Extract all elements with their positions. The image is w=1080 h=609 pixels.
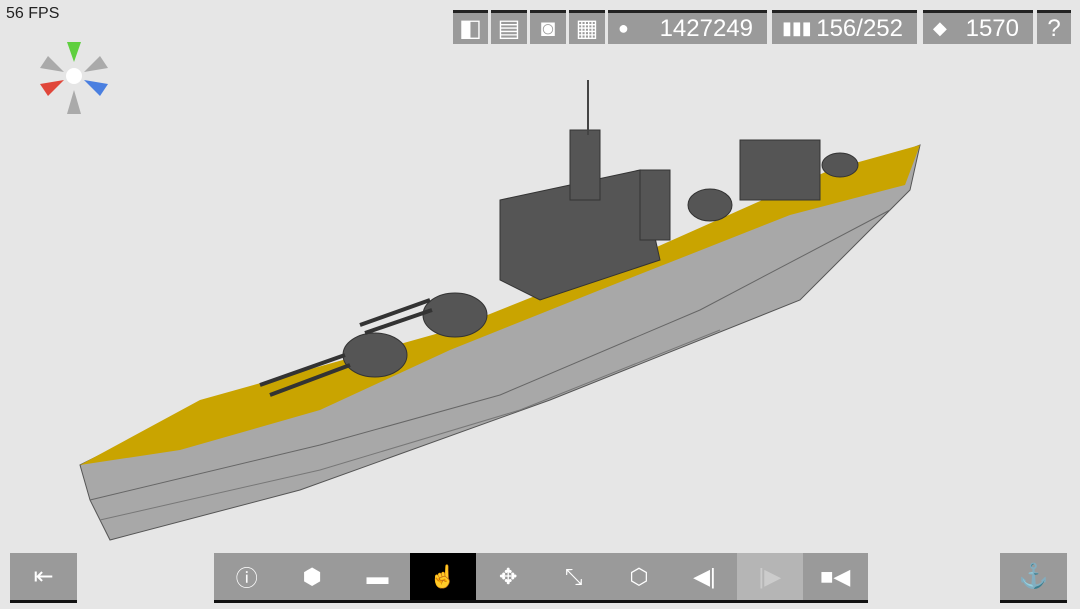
parts-icon: ◆ — [933, 18, 947, 38]
save-button[interactable]: ▤ — [491, 10, 527, 44]
help-icon: ? — [1047, 14, 1061, 42]
exit-icon: ⇤ — [33, 563, 54, 590]
redo-icon: |▶ — [758, 563, 782, 589]
money-display: ● 1427249 — [608, 10, 767, 44]
paint-button[interactable]: ▬ — [344, 553, 411, 600]
help-button[interactable]: ? — [1037, 10, 1071, 44]
parts-display: ◆ 1570 — [923, 10, 1033, 44]
video-camera-icon: ■◀ — [820, 563, 851, 589]
map-icon: ◧ — [459, 15, 482, 42]
screenshot-button[interactable]: ◙ — [530, 10, 566, 44]
remove-part-icon: ⬡ — [629, 563, 649, 589]
money-icon: ● — [618, 18, 629, 38]
exit-button[interactable]: ⇤ — [10, 553, 77, 603]
info-button[interactable]: ⓘ — [214, 553, 280, 600]
save-icon: ▤ — [497, 15, 521, 42]
undo-icon: ◀| — [693, 563, 716, 589]
ammo-icon: ▮▮▮ — [782, 18, 812, 38]
anchor-button[interactable]: ⚓ — [1000, 553, 1067, 603]
camera-view-button[interactable]: ■◀ — [802, 553, 868, 600]
anchor-icon: ⚓ — [1018, 563, 1049, 590]
info-icon: ⓘ — [235, 565, 258, 591]
redo-button[interactable]: |▶ — [737, 553, 803, 600]
grid-button[interactable]: ▦ — [569, 10, 605, 44]
move-button[interactable]: ✥ — [475, 553, 541, 600]
select-button[interactable]: ☝ — [410, 553, 476, 600]
add-part-button[interactable]: ⬢ — [279, 553, 345, 600]
hand-pointer-icon: ☝ — [429, 563, 457, 589]
map-button[interactable]: ◧ — [453, 10, 488, 44]
ammo-display: ▮▮▮ 156/252 — [772, 10, 917, 44]
camera-icon: ◙ — [540, 14, 556, 42]
add-part-icon: ⬢ — [302, 563, 322, 589]
paint-roller-icon: ▬ — [366, 563, 389, 589]
undo-button[interactable]: ◀| — [671, 553, 738, 600]
grid-icon: ▦ — [575, 15, 599, 42]
ship-model-viewport[interactable] — [0, 0, 1080, 609]
move-icon: ✥ — [499, 563, 518, 589]
scale-button[interactable]: ⤡ — [540, 553, 607, 600]
remove-part-button[interactable]: ⬡ — [606, 553, 672, 600]
scale-icon: ⤡ — [564, 563, 583, 589]
bottom-toolbar: ⓘ ⬢ ▬ ☝ ✥ ⤡ ⬡ ◀| |▶ ■◀ — [214, 553, 868, 603]
